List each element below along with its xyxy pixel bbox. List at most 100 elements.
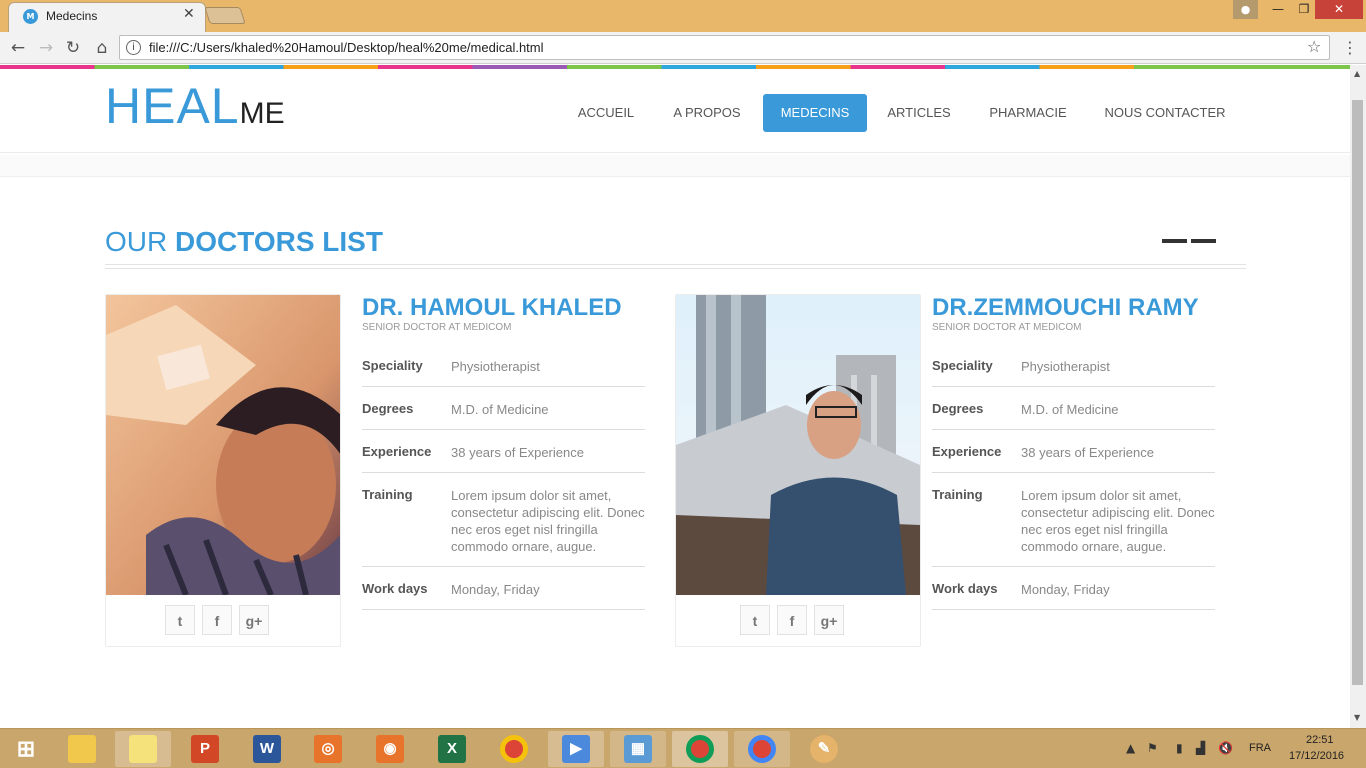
row-value: Physiotherapist [451, 359, 540, 374]
taskbar-paint[interactable]: ✎ [796, 731, 852, 767]
row-label: Speciality [932, 358, 993, 373]
tab-title: Medecins [46, 9, 98, 23]
tray-language[interactable]: FRA [1249, 742, 1271, 754]
page-scrollbar[interactable]: ▲ ▼ [1350, 65, 1366, 728]
clock-date[interactable]: 17/12/2016 [1289, 750, 1344, 762]
doctor-role: SENIOR DOCTOR AT MEDICOM [932, 322, 1082, 333]
taskbar-control-panel[interactable]: ▦ [610, 731, 666, 767]
doctor-detail-row: Speciality Physiotherapist [362, 358, 645, 387]
doctor-photo [106, 295, 340, 595]
camera-icon: ◉ [376, 735, 404, 763]
section-title-light: OUR [105, 226, 175, 257]
row-value: Monday, Friday [451, 582, 540, 597]
google-plus-icon[interactable]: g+ [239, 605, 269, 635]
row-label: Degrees [362, 401, 414, 416]
twitter-icon[interactable]: t [740, 605, 770, 635]
social-links: t f g+ [165, 605, 285, 635]
doctor-card-photo: t f g+ [105, 294, 341, 647]
start-windows-icon[interactable]: ⊞ [0, 731, 56, 767]
window-minimize-button[interactable]: — [1264, 0, 1292, 19]
row-label: Training [362, 487, 413, 502]
media-player-icon: ▶ [562, 735, 590, 763]
site-logo[interactable]: HEALME [105, 77, 285, 135]
nav-item-medecins[interactable]: MEDECINS [763, 94, 867, 132]
row-value: M.D. of Medicine [451, 402, 549, 417]
window-close-button[interactable]: ✕ [1315, 0, 1363, 19]
tab-close-icon[interactable]: ✕ [183, 6, 195, 22]
taskbar-media-player[interactable]: ▶ [548, 731, 604, 767]
row-label: Training [932, 487, 983, 502]
excel-icon: X [438, 735, 466, 763]
taskbar-chrome[interactable] [486, 731, 542, 767]
section-title: OUR DOCTORS LIST [105, 226, 383, 258]
chrome-icon [686, 735, 714, 763]
nav-item-pharmacie[interactable]: PHARMACIE [977, 94, 1079, 132]
nav-item-a-propos[interactable]: A PROPOS [663, 94, 751, 132]
nav-item-articles[interactable]: ARTICLES [879, 94, 959, 132]
doctor-detail-row: Degrees M.D. of Medicine [932, 401, 1215, 430]
taskbar-file-explorer[interactable] [54, 731, 110, 767]
tray-network-icon[interactable]: ▟ [1196, 741, 1205, 755]
browser-menu-icon[interactable]: ⋮ [1342, 38, 1358, 57]
twitter-icon[interactable]: t [165, 605, 195, 635]
clock-time[interactable]: 22:51 [1306, 734, 1334, 746]
row-value: Lorem ipsum dolor sit amet, consectetur … [451, 488, 645, 554]
scroll-thumb[interactable] [1352, 100, 1363, 685]
tray-action-center-icon[interactable]: ⚑ [1147, 741, 1158, 755]
doctor-detail-row: Work days Monday, Friday [362, 581, 645, 610]
doctor-name[interactable]: DR.ZEMMOUCHI RAMY [932, 294, 1199, 322]
social-links: t f g+ [740, 605, 860, 635]
bookmark-star-icon[interactable]: ☆ [1307, 37, 1321, 56]
taskbar-excel[interactable]: X [424, 731, 480, 767]
control-panel-icon: ▦ [624, 735, 652, 763]
home-icon[interactable]: ⌂ [90, 36, 114, 60]
row-value: 38 years of Experience [451, 445, 584, 460]
profile-user-icon[interactable]: ● [1233, 0, 1258, 19]
scroll-down-arrow-icon[interactable]: ▼ [1354, 713, 1360, 722]
site-header: HEALME ACCUEIL A PROPOS MEDECINS ARTICLE… [0, 69, 1350, 153]
reload-icon[interactable]: ↻ [61, 36, 85, 60]
back-arrow-icon[interactable]: ← [6, 36, 30, 60]
window-restore-button[interactable]: ❐ [1290, 0, 1318, 19]
carousel-dashes-icon[interactable] [1162, 239, 1216, 243]
tray-volume-muted-icon[interactable]: 🔇 [1218, 741, 1233, 755]
tab-favicon-icon: M [23, 9, 38, 24]
new-tab-button[interactable] [204, 7, 246, 24]
doctor-detail-row: Experience 38 years of Experience [362, 444, 645, 473]
row-label: Experience [932, 444, 1002, 459]
doctor-detail-row: Degrees M.D. of Medicine [362, 401, 645, 430]
section-title-rule [105, 264, 1246, 269]
nav-item-accueil[interactable]: ACCUEIL [565, 94, 647, 132]
facebook-icon[interactable]: f [777, 605, 807, 635]
forward-arrow-icon[interactable]: → [34, 36, 58, 60]
doctor-photo [676, 295, 920, 595]
taskbar-chrome-active[interactable] [672, 731, 728, 767]
tray-battery-icon[interactable]: ▮ [1176, 741, 1183, 755]
section-title-bold: DOCTORS LIST [175, 226, 383, 257]
row-value: 38 years of Experience [1021, 445, 1154, 460]
word-icon: W [253, 735, 281, 763]
address-bar[interactable]: i file:///C:/Users/khaled%20Hamoul/Deskt… [119, 35, 1330, 60]
doctor-photo-image [106, 295, 340, 595]
windows-logo-icon: ⊞ [16, 736, 36, 761]
doctor-detail-row: Speciality Physiotherapist [932, 358, 1215, 387]
scroll-up-arrow-icon[interactable]: ▲ [1354, 69, 1360, 78]
taskbar-sticky-notes[interactable] [115, 731, 171, 767]
browser-tab-strip: M Medecins ✕ ● — ❐ ✕ [0, 0, 1366, 32]
tray-expand-arrow-icon[interactable]: ▲ [1126, 741, 1135, 755]
url-text[interactable]: file:///C:/Users/khaled%20Hamoul/Desktop… [149, 40, 544, 55]
taskbar-camera-app[interactable]: ◉ [362, 731, 418, 767]
google-plus-icon[interactable]: g+ [814, 605, 844, 635]
browser-tab[interactable]: M Medecins ✕ [8, 2, 206, 32]
taskbar-word[interactable]: W [239, 731, 295, 767]
header-divider-band [0, 155, 1350, 177]
page-viewport: HEALME ACCUEIL A PROPOS MEDECINS ARTICLE… [0, 69, 1350, 728]
doctor-name[interactable]: DR. HAMOUL KHALED [362, 294, 622, 322]
taskbar-powerpoint[interactable]: P [177, 731, 233, 767]
taskbar-snipping-tool[interactable]: ◎ [300, 731, 356, 767]
facebook-icon[interactable]: f [202, 605, 232, 635]
taskbar-chrome-window[interactable] [734, 731, 790, 767]
nav-item-nous-contacter[interactable]: NOUS CONTACTER [1093, 94, 1237, 132]
doctor-card-photo: t f g+ [675, 294, 921, 647]
info-icon[interactable]: i [126, 40, 141, 55]
